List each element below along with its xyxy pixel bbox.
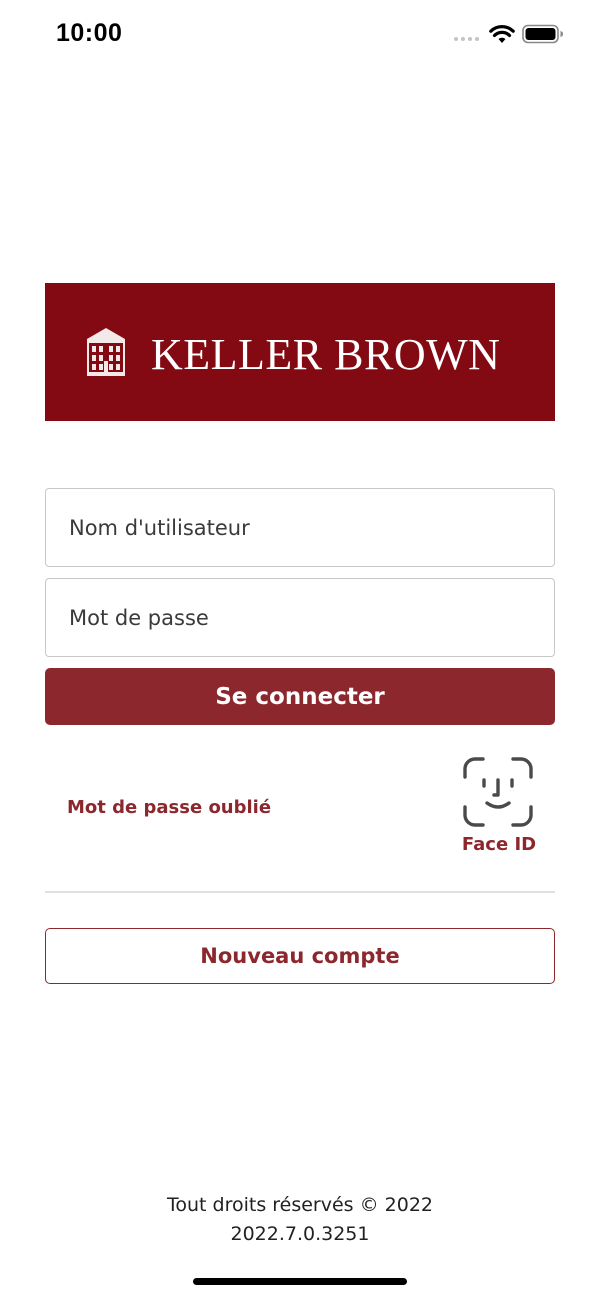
new-account-button[interactable]: Nouveau compte — [45, 928, 555, 984]
logo-text: KELLER BROWN — [151, 330, 501, 379]
status-time: 10:00 — [56, 19, 123, 47]
face-id-icon — [463, 757, 533, 827]
username-input[interactable] — [45, 488, 555, 567]
copyright-text: Tout droits réservés © 2022 — [166, 1194, 434, 1216]
home-indicator[interactable] — [193, 1278, 407, 1285]
version-text: 2022.7.0.3251 — [230, 1223, 370, 1245]
signal-dots-icon — [454, 37, 479, 41]
face-id-button[interactable]: Face ID — [458, 757, 540, 857]
logo-banner: KELLER BROWN — [45, 283, 555, 421]
forgot-password-link[interactable]: Mot de passe oublié — [67, 797, 271, 818]
password-input[interactable] — [45, 578, 555, 657]
footer: Tout droits réservés © 2022 2022.7.0.325… — [0, 1191, 600, 1249]
wifi-icon — [489, 25, 515, 43]
status-bar: 10:00 — [0, 0, 600, 70]
battery-icon — [522, 24, 563, 44]
login-button[interactable]: Se connecter — [45, 668, 555, 725]
divider — [45, 891, 555, 893]
face-id-label: Face ID — [461, 834, 537, 855]
building-icon — [87, 328, 125, 376]
login-screen: 10:00 KELLER BROWN Nom d'utilisateur Se … — [0, 0, 600, 1298]
